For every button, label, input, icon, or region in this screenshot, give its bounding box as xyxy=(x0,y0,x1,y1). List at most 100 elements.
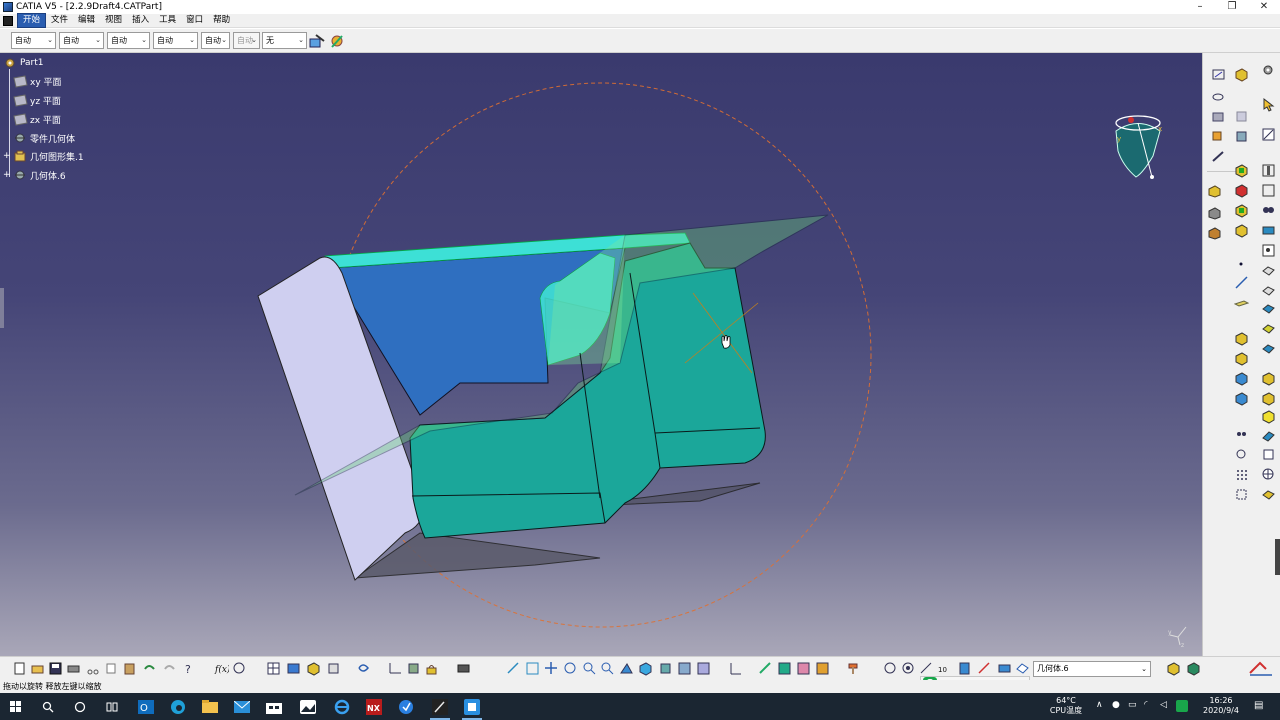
menu-start[interactable]: 开始 xyxy=(17,13,47,28)
measure-icon[interactable] xyxy=(1211,149,1226,164)
taskbar-store[interactable] xyxy=(258,693,290,720)
multi-pad-icon[interactable] xyxy=(1261,263,1276,278)
select-arrow-icon[interactable] xyxy=(1261,97,1276,112)
tree-item-part-body[interactable]: 零件几何体 xyxy=(13,130,75,146)
swap-space-icon[interactable] xyxy=(696,661,711,676)
tolerance-icon[interactable] xyxy=(977,661,992,676)
menu-insert[interactable]: 插入 xyxy=(127,14,154,27)
close-button[interactable]: ✕ xyxy=(1248,0,1280,14)
tree-item-zx-plane[interactable]: zx 平面 xyxy=(13,111,61,127)
rect-pattern-icon[interactable] xyxy=(1234,427,1249,442)
redo-icon[interactable] xyxy=(162,661,177,676)
instantiate-icon[interactable] xyxy=(306,661,321,676)
color-combo[interactable]: 自动 ⌄ xyxy=(11,32,56,49)
3d-model-canvas[interactable]: x y y z xyxy=(0,53,1202,656)
hide-show-icon[interactable] xyxy=(677,661,692,676)
minimize-button[interactable]: – xyxy=(1184,0,1216,14)
groove-icon[interactable] xyxy=(1261,183,1276,198)
thickness-icon[interactable] xyxy=(1261,301,1276,316)
tree-expand-icon[interactable]: + xyxy=(3,170,13,180)
hammer-icon[interactable] xyxy=(846,661,861,676)
document-menu-icon[interactable] xyxy=(3,15,13,26)
view-mode-icon[interactable] xyxy=(1186,661,1201,676)
taskbar-file-explorer[interactable] xyxy=(194,693,226,720)
taskbar-outlook[interactable]: O xyxy=(130,693,162,720)
edge-fillet-icon[interactable] xyxy=(1234,163,1249,178)
pan-icon[interactable] xyxy=(544,661,559,676)
chamfer-icon[interactable] xyxy=(1234,183,1249,198)
render-style-combo[interactable]: 无 ⌄ xyxy=(262,32,307,49)
boolean-icon[interactable] xyxy=(1211,129,1226,144)
catalog-icon[interactable] xyxy=(286,661,301,676)
battery-icon[interactable]: ▭ xyxy=(1128,700,1137,710)
close-surface-icon[interactable] xyxy=(1261,409,1276,424)
remove-body-icon[interactable] xyxy=(1261,487,1276,502)
menu-edit[interactable]: 编辑 xyxy=(73,14,100,27)
positioned-sketch-icon[interactable] xyxy=(1211,89,1226,104)
draft-analysis-icon[interactable] xyxy=(777,661,792,676)
tray-chevron-icon[interactable]: ∧ xyxy=(1096,700,1103,710)
settings-gear-icon[interactable] xyxy=(1261,63,1276,78)
table-icon[interactable] xyxy=(266,661,281,676)
body-insert-icon[interactable] xyxy=(1234,129,1249,144)
start-button[interactable] xyxy=(0,693,32,720)
wifi-icon[interactable]: ◜ xyxy=(1144,700,1148,710)
left-panel-handle[interactable] xyxy=(0,288,4,328)
tree-item-body[interactable]: + 几何体.6 xyxy=(3,167,66,183)
taskbar-photos[interactable] xyxy=(292,693,324,720)
tree-item-yz-plane[interactable]: yz 平面 xyxy=(13,92,61,108)
new-file-icon[interactable] xyxy=(12,661,27,676)
taskbar-edge[interactable] xyxy=(162,693,194,720)
help-icon[interactable]: ? xyxy=(182,661,197,676)
sketch-icon[interactable] xyxy=(1211,67,1226,82)
transparency-combo[interactable]: 自动 ⌄ xyxy=(59,32,104,49)
menu-view[interactable]: 视图 xyxy=(100,14,127,27)
draft-icon[interactable] xyxy=(1234,203,1249,218)
quick-view-icon[interactable] xyxy=(638,661,653,676)
stiffener-icon[interactable] xyxy=(1261,243,1276,258)
view-catalog-icon[interactable] xyxy=(456,661,471,676)
multi-section-icon[interactable] xyxy=(1234,109,1249,124)
right-panel-scroll-handle[interactable] xyxy=(1275,539,1280,575)
annotation-icon[interactable] xyxy=(997,661,1012,676)
menu-window[interactable]: 窗口 xyxy=(181,14,208,27)
microphone-icon[interactable]: ● xyxy=(1112,700,1120,710)
taskbar-recorder[interactable] xyxy=(456,693,488,720)
task-view-button[interactable] xyxy=(96,693,128,720)
knowledge-icon[interactable] xyxy=(232,661,247,676)
add-body-icon[interactable] xyxy=(1261,467,1276,482)
copy-icon[interactable] xyxy=(104,661,119,676)
scaling-icon[interactable] xyxy=(1234,487,1249,502)
work-object-icon[interactable] xyxy=(1015,661,1030,676)
remove-face-icon[interactable] xyxy=(1261,321,1276,336)
mirror-icon[interactable] xyxy=(1234,391,1249,406)
zoom-in-icon[interactable] xyxy=(582,661,597,676)
user-pattern-icon[interactable] xyxy=(1234,467,1249,482)
property-icon[interactable] xyxy=(957,661,972,676)
dimension-icon[interactable] xyxy=(919,661,934,676)
spiral-icon[interactable] xyxy=(883,661,898,676)
multi-view-icon[interactable] xyxy=(1166,661,1181,676)
volume-icon[interactable]: ◁ xyxy=(1160,700,1167,710)
rotate-view-icon[interactable] xyxy=(563,661,578,676)
plane-tool-icon[interactable] xyxy=(1234,295,1249,310)
curvature-analysis-icon[interactable] xyxy=(796,661,811,676)
translate-icon[interactable] xyxy=(1234,331,1249,346)
symmetry-icon[interactable] xyxy=(1234,371,1249,386)
shading-icon[interactable] xyxy=(658,661,673,676)
current-body-select[interactable]: 几何体.6 ⌄ xyxy=(1033,661,1151,677)
value-icon[interactable]: 10 xyxy=(937,661,952,676)
open-folder-icon[interactable] xyxy=(30,661,45,676)
taskbar-nx[interactable]: NX xyxy=(358,693,390,720)
search-button[interactable] xyxy=(32,693,64,720)
taskbar-catia[interactable] xyxy=(424,693,456,720)
graphic-properties-icon[interactable] xyxy=(329,33,345,49)
point-type-combo[interactable]: 自动 ⌄ xyxy=(201,32,230,49)
maximize-button[interactable]: ❐ xyxy=(1216,0,1248,14)
normal-view-icon[interactable] xyxy=(619,661,634,676)
assemble-icon[interactable] xyxy=(1261,447,1276,462)
undo-icon[interactable] xyxy=(142,661,157,676)
axis-system-icon[interactable] xyxy=(388,661,403,676)
compass-icon[interactable]: x y xyxy=(1115,115,1162,179)
shell-icon[interactable] xyxy=(1234,223,1249,238)
